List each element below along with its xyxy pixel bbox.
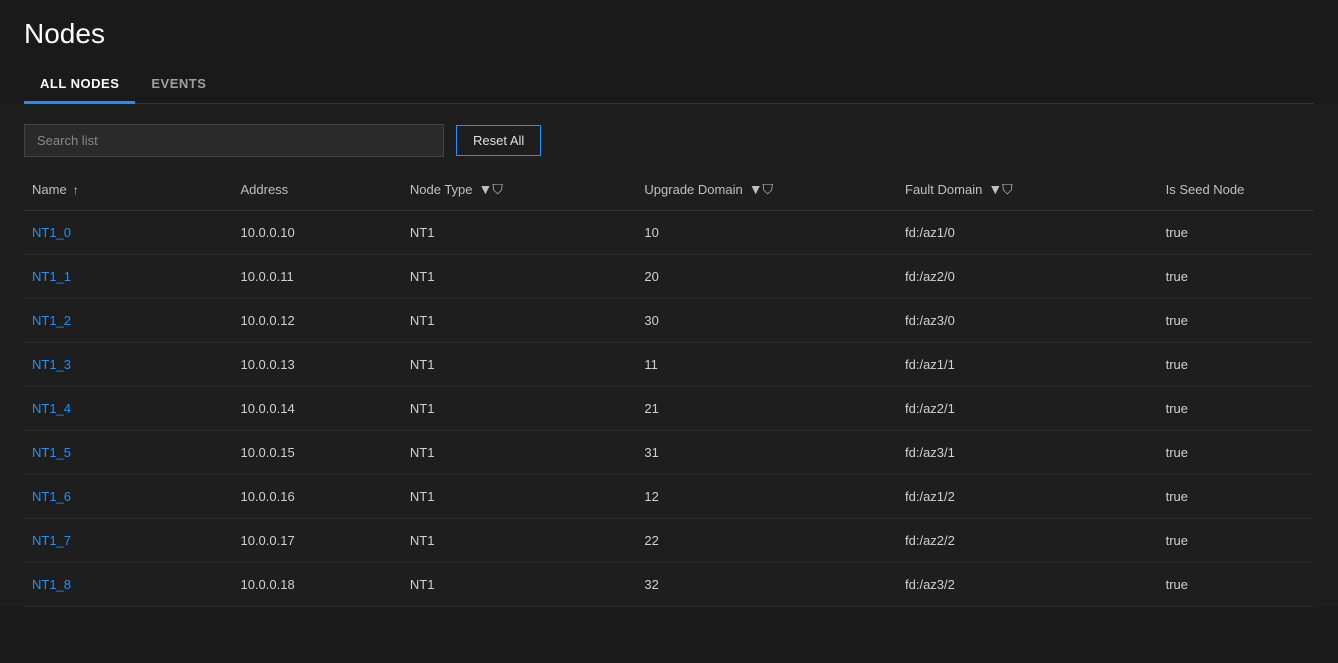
- cell-is-seed-node: true: [1158, 255, 1314, 299]
- cell-upgrade-domain: 10: [636, 211, 897, 255]
- cell-address: 10.0.0.13: [232, 343, 401, 387]
- table-row: NT1_210.0.0.12NT130fd:/az3/0true: [24, 299, 1314, 343]
- table-row: NT1_010.0.0.10NT110fd:/az1/0true: [24, 211, 1314, 255]
- cell-node-type: NT1: [402, 563, 637, 607]
- cell-address: 10.0.0.16: [232, 475, 401, 519]
- cell-is-seed-node: true: [1158, 563, 1314, 607]
- cell-node-type: NT1: [402, 255, 637, 299]
- cell-address: 10.0.0.15: [232, 431, 401, 475]
- cell-name[interactable]: NT1_8: [24, 563, 232, 607]
- cell-node-type: NT1: [402, 431, 637, 475]
- table-row: NT1_110.0.0.11NT120fd:/az2/0true: [24, 255, 1314, 299]
- cell-node-type: NT1: [402, 211, 637, 255]
- cell-name[interactable]: NT1_2: [24, 299, 232, 343]
- cell-fault-domain: fd:/az3/1: [897, 431, 1158, 475]
- nodes-table: Name ↑ Address Node Type ▼⛉ Upgrade Doma…: [24, 169, 1314, 607]
- col-header-upgrade-domain[interactable]: Upgrade Domain ▼⛉: [636, 169, 897, 211]
- cell-node-type: NT1: [402, 519, 637, 563]
- cell-address: 10.0.0.18: [232, 563, 401, 607]
- cell-fault-domain: fd:/az1/0: [897, 211, 1158, 255]
- tab-bar: ALL NODES EVENTS: [24, 66, 1314, 104]
- toolbar: Reset All: [0, 104, 1338, 169]
- cell-fault-domain: fd:/az1/2: [897, 475, 1158, 519]
- col-header-address: Address: [232, 169, 401, 211]
- col-header-is-seed-node: Is Seed Node: [1158, 169, 1314, 211]
- page-title: Nodes: [24, 18, 1314, 50]
- cell-address: 10.0.0.17: [232, 519, 401, 563]
- cell-fault-domain: fd:/az3/0: [897, 299, 1158, 343]
- cell-name[interactable]: NT1_0: [24, 211, 232, 255]
- cell-fault-domain: fd:/az1/1: [897, 343, 1158, 387]
- cell-name[interactable]: NT1_6: [24, 475, 232, 519]
- cell-is-seed-node: true: [1158, 343, 1314, 387]
- cell-node-type: NT1: [402, 387, 637, 431]
- cell-name[interactable]: NT1_5: [24, 431, 232, 475]
- table-row: NT1_710.0.0.17NT122fd:/az2/2true: [24, 519, 1314, 563]
- cell-upgrade-domain: 31: [636, 431, 897, 475]
- table-row: NT1_310.0.0.13NT111fd:/az1/1true: [24, 343, 1314, 387]
- col-header-fault-domain[interactable]: Fault Domain ▼⛉: [897, 169, 1158, 211]
- table-row: NT1_410.0.0.14NT121fd:/az2/1true: [24, 387, 1314, 431]
- cell-address: 10.0.0.14: [232, 387, 401, 431]
- cell-name[interactable]: NT1_1: [24, 255, 232, 299]
- cell-is-seed-node: true: [1158, 475, 1314, 519]
- cell-upgrade-domain: 20: [636, 255, 897, 299]
- cell-is-seed-node: true: [1158, 211, 1314, 255]
- cell-upgrade-domain: 12: [636, 475, 897, 519]
- cell-address: 10.0.0.12: [232, 299, 401, 343]
- cell-fault-domain: fd:/az3/2: [897, 563, 1158, 607]
- cell-node-type: NT1: [402, 299, 637, 343]
- cell-name[interactable]: NT1_3: [24, 343, 232, 387]
- cell-is-seed-node: true: [1158, 431, 1314, 475]
- cell-address: 10.0.0.11: [232, 255, 401, 299]
- table-row: NT1_810.0.0.18NT132fd:/az3/2true: [24, 563, 1314, 607]
- nodes-table-container: Name ↑ Address Node Type ▼⛉ Upgrade Doma…: [0, 169, 1338, 607]
- table-row: NT1_510.0.0.15NT131fd:/az3/1true: [24, 431, 1314, 475]
- cell-node-type: NT1: [402, 475, 637, 519]
- header: Nodes ALL NODES EVENTS: [0, 0, 1338, 104]
- tab-all-nodes[interactable]: ALL NODES: [24, 66, 135, 104]
- cell-upgrade-domain: 11: [636, 343, 897, 387]
- cell-is-seed-node: true: [1158, 519, 1314, 563]
- cell-upgrade-domain: 21: [636, 387, 897, 431]
- reset-all-button[interactable]: Reset All: [456, 125, 541, 156]
- cell-address: 10.0.0.10: [232, 211, 401, 255]
- filter-upgrade-icon[interactable]: ▼⛉: [749, 181, 773, 198]
- filter-fault-icon[interactable]: ▼⛉: [988, 181, 1012, 198]
- table-body: NT1_010.0.0.10NT110fd:/az1/0trueNT1_110.…: [24, 211, 1314, 607]
- cell-name[interactable]: NT1_4: [24, 387, 232, 431]
- cell-fault-domain: fd:/az2/1: [897, 387, 1158, 431]
- cell-fault-domain: fd:/az2/2: [897, 519, 1158, 563]
- cell-node-type: NT1: [402, 343, 637, 387]
- tab-events[interactable]: EVENTS: [135, 66, 222, 104]
- col-header-node-type[interactable]: Node Type ▼⛉: [402, 169, 637, 211]
- sort-up-icon: ↑: [73, 183, 79, 197]
- table-row: NT1_610.0.0.16NT112fd:/az1/2true: [24, 475, 1314, 519]
- filter-nodetype-icon[interactable]: ▼⛉: [479, 181, 503, 198]
- cell-upgrade-domain: 32: [636, 563, 897, 607]
- cell-name[interactable]: NT1_7: [24, 519, 232, 563]
- table-header-row: Name ↑ Address Node Type ▼⛉ Upgrade Doma…: [24, 169, 1314, 211]
- col-header-name[interactable]: Name ↑: [24, 169, 232, 211]
- cell-fault-domain: fd:/az2/0: [897, 255, 1158, 299]
- cell-is-seed-node: true: [1158, 299, 1314, 343]
- search-input[interactable]: [24, 124, 444, 157]
- cell-is-seed-node: true: [1158, 387, 1314, 431]
- cell-upgrade-domain: 30: [636, 299, 897, 343]
- cell-upgrade-domain: 22: [636, 519, 897, 563]
